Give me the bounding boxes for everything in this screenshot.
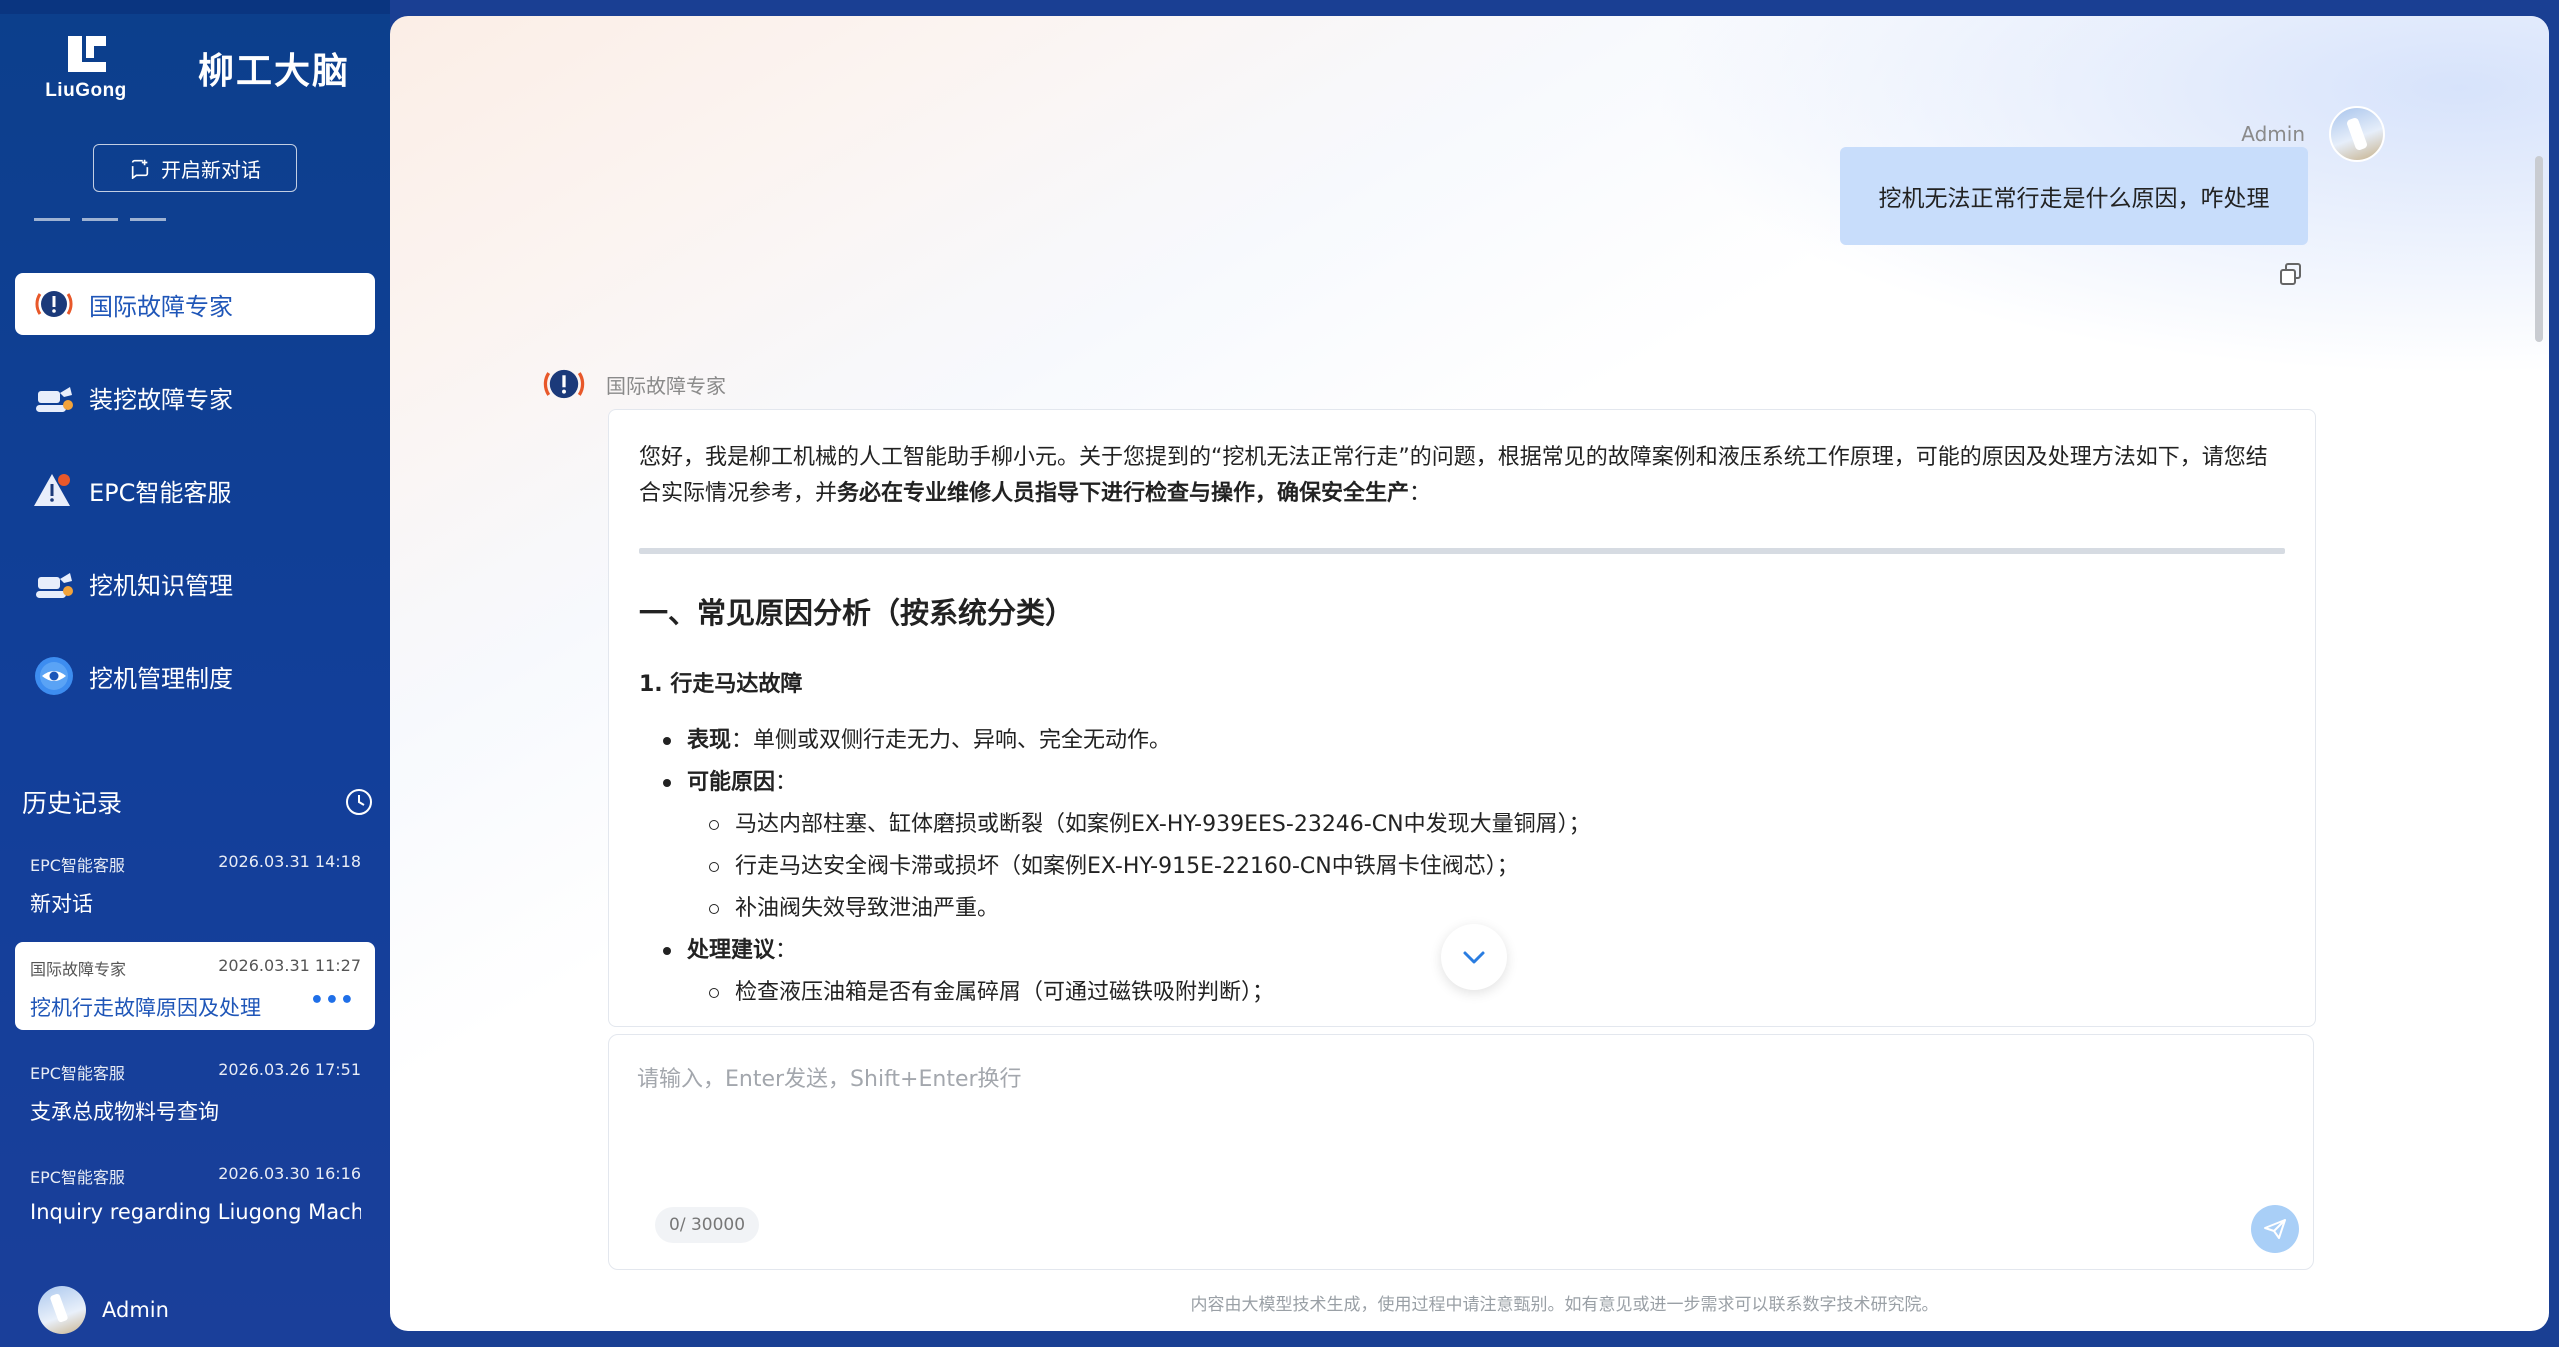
nav-item-international-fault-expert[interactable]: 国际故障专家 — [15, 273, 375, 335]
brand[interactable]: LiuGong 柳工大脑 — [34, 32, 350, 104]
new-chat-label: 开启新对话 — [161, 157, 261, 182]
nav-item-excavator-management-rules[interactable]: 挖机管理制度 — [15, 645, 375, 707]
paper-plane-icon — [2264, 1219, 2286, 1239]
brand-name: 柳工大脑 — [198, 51, 351, 92]
clock-icon[interactable] — [344, 787, 374, 817]
history-title-text: 新对话 — [30, 892, 93, 916]
message-composer: 0/ 30000 — [608, 1034, 2314, 1270]
history-time: 2026.03.31 14:18 — [218, 852, 361, 871]
user-profile[interactable]: Admin — [38, 1286, 169, 1334]
message-user-name: Admin — [2241, 122, 2305, 146]
nav-item-loader-excavator-fault-expert[interactable]: 装挖故障专家 — [15, 366, 375, 428]
chat-main: Admin 挖机无法正常行走是什么原因，咋处理 国际故障专家 您好，我是柳工机械… — [390, 16, 2549, 1331]
nav-item-partial-hidden — [34, 208, 184, 226]
nav-item-label: 挖机管理制度 — [89, 664, 233, 693]
section-heading: 一、常见原因分析（按系统分类） — [639, 596, 1075, 630]
avatar — [2329, 106, 2385, 162]
user-name: Admin — [102, 1298, 169, 1322]
symptom-text: ：单侧或双侧行走无力、异响、完全无动作。 — [731, 728, 1172, 753]
alert-badge-icon — [31, 281, 77, 327]
new-chat-icon — [131, 159, 149, 179]
user-message-bubble: 挖机无法正常行走是什么原因，咋处理 — [1840, 147, 2308, 245]
avatar — [38, 1286, 86, 1334]
history-agent: 国际故障专家 — [30, 960, 127, 979]
send-button[interactable] — [2251, 1205, 2299, 1253]
list-item: 可能原因： 马达内部柱塞、缸体磨损或断裂（如案例EX-HY-939EES-232… — [639, 762, 2285, 930]
liugong-logo: LiuGong — [34, 32, 138, 104]
history-item[interactable]: EPC智能客服 2026.03.31 14:18 新对话 — [15, 838, 375, 926]
history-time: 2026.03.30 16:16 — [218, 1164, 361, 1183]
advice-colon: ： — [775, 938, 798, 963]
more-options-icon[interactable]: ••• — [310, 988, 355, 1013]
nav-item-label: 装挖故障专家 — [89, 385, 233, 414]
history-title-text: Inquiry regarding Liugong Machiner — [30, 1200, 361, 1224]
list-item: 马达内部柱塞、缸体磨损或断裂（如案例EX-HY-939EES-23246-CN中… — [687, 804, 2285, 846]
history-item-active[interactable]: 国际故障专家 2026.03.31 11:27 挖机行走故障原因及处理 ••• — [15, 942, 375, 1030]
copy-icon[interactable] — [2277, 260, 2305, 288]
bot-message-header: 国际故障专家 — [540, 360, 726, 408]
logo-text: LiuGong — [45, 80, 127, 101]
excavator-icon — [31, 374, 77, 420]
nav-item-epc-service[interactable]: EPC智能客服 — [15, 459, 375, 521]
scroll-to-bottom-button[interactable] — [1441, 924, 1507, 990]
nav-item-label: 挖机知识管理 — [89, 571, 233, 600]
answer-intro: 您好，我是柳工机械的人工智能助手柳小元。关于您提到的“挖机无法正常行走”的问题，… — [639, 440, 2285, 512]
history-agent: EPC智能客服 — [30, 1064, 125, 1083]
list-item: 行走马达安全阀卡滞或损坏（如案例EX-HY-915E-22160-CN中铁屑卡住… — [687, 846, 2285, 888]
bot-name: 国际故障专家 — [606, 373, 726, 398]
eye-circle-icon — [31, 653, 77, 699]
liugong-logo-mark-icon — [68, 36, 106, 72]
intro-bold-text: 务必在专业维修人员指导下进行检查与操作，确保安全生产 — [837, 481, 1410, 506]
history-time: 2026.03.31 11:27 — [218, 956, 361, 975]
divider — [639, 548, 2285, 554]
history-item[interactable]: EPC智能客服 2026.03.26 17:51 支承总成物料号查询 — [15, 1046, 375, 1134]
causes-colon: ： — [775, 770, 798, 795]
causes-label: 可能原因 — [687, 770, 776, 795]
character-counter: 0/ 30000 — [655, 1207, 760, 1243]
list-item: 表现：单侧或双侧行走无力、异响、完全无动作。 — [639, 720, 2285, 762]
nav-item-label: EPC智能客服 — [89, 478, 232, 507]
excavator-icon — [31, 560, 77, 606]
history-header: 历史记录 — [22, 784, 374, 820]
scrollbar-thumb[interactable] — [2535, 156, 2543, 342]
message-input[interactable] — [637, 1061, 2237, 1181]
intro-end: ： — [1409, 481, 1432, 506]
history-agent: EPC智能客服 — [30, 1168, 125, 1187]
warning-triangle-icon — [31, 467, 77, 513]
nav-item-label: 国际故障专家 — [89, 292, 233, 321]
new-chat-button[interactable]: 开启新对话 — [93, 144, 297, 192]
history-title: 历史记录 — [22, 789, 123, 818]
sidebar: LiuGong 柳工大脑 开启新对话 国际故障专家 装挖故障专家 EPC智能客服… — [0, 0, 390, 1347]
list-item: 补油阀失效导致泄油严重。 — [687, 888, 2285, 930]
history-item[interactable]: EPC智能客服 2026.03.30 16:16 Inquiry regardin… — [15, 1150, 375, 1238]
nav-item-excavator-knowledge[interactable]: 挖机知识管理 — [15, 552, 375, 614]
history-list: EPC智能客服 2026.03.31 14:18 新对话 国际故障专家 2026.0… — [15, 838, 375, 1254]
symptom-label: 表现 — [687, 728, 732, 753]
history-title-text: 支承总成物料号查询 — [30, 1100, 219, 1124]
causes-list: 马达内部柱塞、缸体磨损或断裂（如案例EX-HY-939EES-23246-CN中… — [687, 804, 2285, 930]
history-agent: EPC智能客服 — [30, 856, 125, 875]
chevron-down-icon — [1463, 951, 1485, 964]
history-time: 2026.03.26 17:51 — [218, 1060, 361, 1079]
agent-nav: 国际故障专家 装挖故障专家 EPC智能客服 挖机知识管理 挖机管理制度 — [15, 273, 375, 738]
alert-badge-icon — [543, 369, 585, 399]
advice-label: 处理建议 — [687, 938, 776, 963]
disclaimer-text: 内容由大模型技术生成，使用过程中请注意甄别。如有意见或进一步需求可以联系数字技术… — [1190, 1295, 1939, 1315]
subsection-heading: 1. 行走马达故障 — [639, 672, 803, 697]
